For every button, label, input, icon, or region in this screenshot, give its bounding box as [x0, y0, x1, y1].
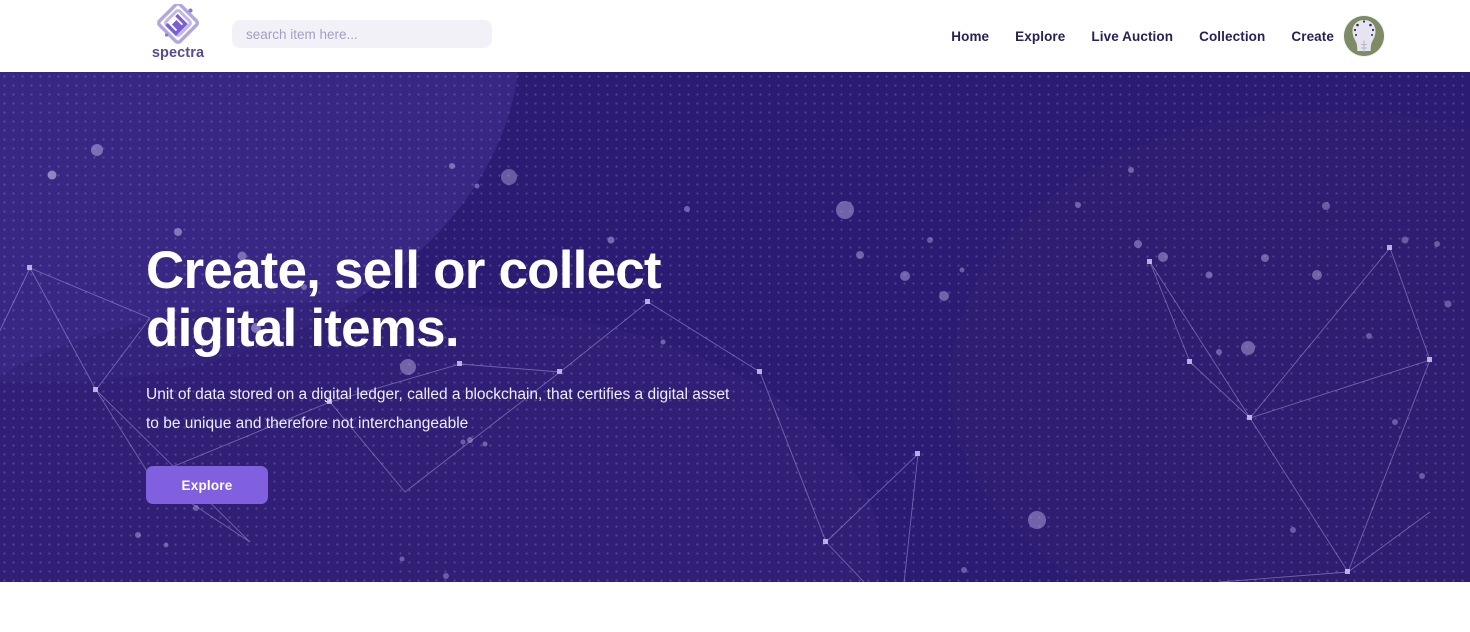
hero-subtitle: Unit of data stored on a digital ledger,…: [146, 386, 730, 432]
nav-item-create[interactable]: Create: [1291, 29, 1334, 44]
nav-item-explore[interactable]: Explore: [1015, 29, 1065, 44]
hero-title-line-2: digital items.: [146, 299, 460, 358]
site-header: spectra Home Explore Live Auction Collec…: [0, 0, 1470, 72]
nav-item-live-auction[interactable]: Live Auction: [1091, 29, 1173, 44]
brand-logo[interactable]: spectra: [146, 2, 210, 61]
hero-section: Create, sell or collect digital items. U…: [0, 72, 1470, 582]
nav-item-home[interactable]: Home: [951, 29, 989, 44]
page-body-below-hero: [0, 582, 1470, 632]
hero-title-line-1: Create, sell or collect: [146, 241, 662, 300]
search-box[interactable]: [232, 20, 492, 48]
main-navigation: Home Explore Live Auction Collection Cre…: [951, 0, 1334, 72]
hero-title: Create, sell or collect digital items.: [146, 242, 906, 358]
brand-name: spectra: [151, 45, 205, 61]
explore-button[interactable]: Explore: [146, 466, 268, 504]
hero-content: Create, sell or collect digital items. U…: [146, 72, 906, 504]
spectra-diamond-logo-icon: [157, 2, 199, 44]
user-avatar-icon[interactable]: [1344, 16, 1384, 56]
nav-item-collection[interactable]: Collection: [1199, 29, 1265, 44]
search-input[interactable]: [232, 20, 492, 48]
